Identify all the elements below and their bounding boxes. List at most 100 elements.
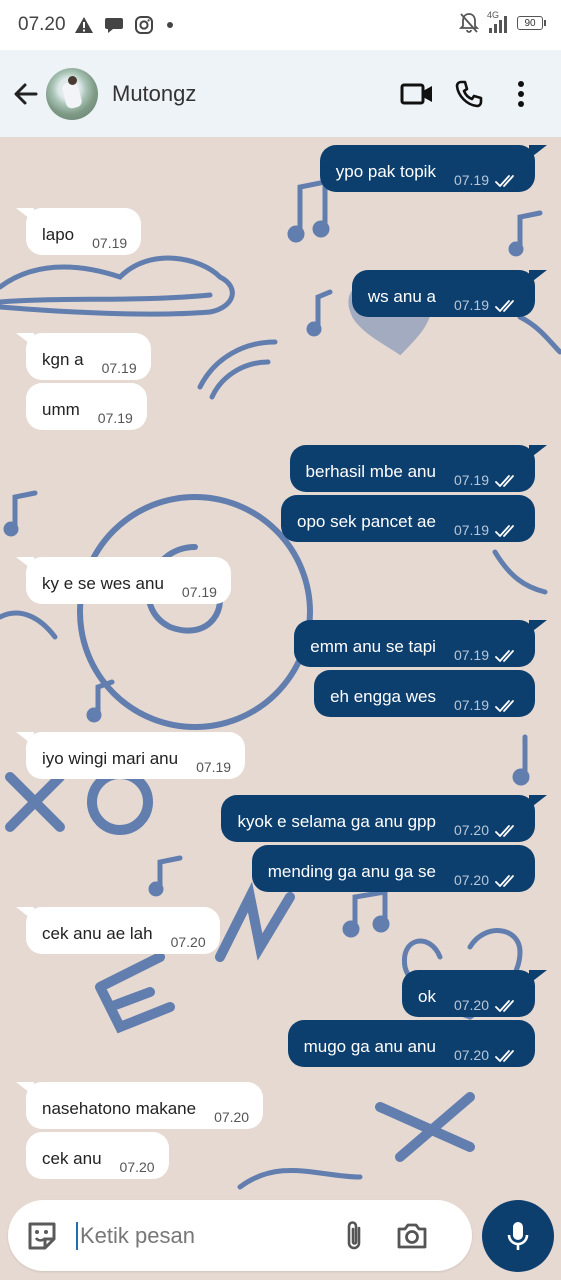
message-time: 07.20 [453, 822, 489, 838]
message-time: 07.19 [453, 647, 489, 663]
bubble-tail [16, 333, 34, 347]
message-time: 07.20 [214, 1109, 250, 1125]
back-button[interactable] [12, 79, 42, 109]
header-actions [391, 72, 547, 116]
message-text: umm [42, 400, 80, 419]
mic-button[interactable] [482, 1200, 554, 1272]
bubble-tail [529, 145, 547, 159]
chat-icon [104, 18, 123, 33]
more-options-button[interactable] [495, 72, 547, 116]
bubble-tail [16, 907, 34, 921]
bubble-tail [16, 557, 34, 571]
alert-icon [74, 17, 93, 33]
bubble-tail [529, 445, 547, 459]
message-text: cek anu [42, 1149, 102, 1168]
message-time: 07.19 [101, 360, 137, 376]
bubble-tail [16, 208, 34, 222]
message-text: opo sek pancet ae [297, 512, 436, 531]
message-text: ws anu a [367, 287, 436, 306]
battery-icon: 90 [517, 16, 546, 30]
message-text: ypo pak topik [335, 162, 436, 181]
voice-call-button[interactable] [443, 72, 495, 116]
read-receipt-icon [495, 825, 514, 837]
message-time: 07.19 [453, 472, 489, 488]
outgoing-message[interactable]: emm anu se tapi 07.19 [294, 620, 547, 667]
chat-header: Mutongz [0, 50, 561, 137]
message-text: mending ga anu ga se [267, 862, 436, 881]
read-receipt-icon [495, 475, 514, 487]
video-call-icon [400, 83, 432, 104]
emoji-icon [28, 1222, 56, 1249]
message-time: 07.19 [196, 759, 232, 775]
incoming-message[interactable]: umm 07.19 [26, 383, 147, 430]
read-receipt-icon [495, 875, 514, 887]
signal-indicator: 4G [487, 10, 509, 34]
emoji-button[interactable] [20, 1214, 64, 1258]
chat-area[interactable]: ypo pak topik 07.19 lapo 07.19 ws anu a 07.19… [0, 137, 561, 1280]
status-time: 07.20 [18, 14, 66, 35]
bubble-tail [16, 732, 34, 746]
message-text: eh engga wes [330, 687, 436, 706]
outgoing-message[interactable]: mugo ga anu anu 07.20 [287, 1020, 535, 1067]
read-receipt-icon [495, 700, 514, 712]
incoming-message[interactable]: kgn a 07.19 [16, 333, 151, 380]
message-time: 07.19 [181, 584, 217, 600]
read-receipt-icon [495, 650, 514, 662]
message-text: nasehatono makane [42, 1099, 197, 1118]
message-time: 07.20 [453, 1047, 489, 1063]
battery-level: 90 [524, 17, 536, 29]
camera-button[interactable] [390, 1214, 434, 1258]
message-time: 07.19 [453, 697, 489, 713]
message-time: 07.19 [453, 522, 489, 538]
video-call-button[interactable] [391, 72, 443, 116]
message-text: kyok e selama ga anu gpp [237, 812, 436, 831]
outgoing-message[interactable]: ypo pak topik 07.19 [319, 145, 547, 192]
message-time: 07.20 [119, 1159, 155, 1175]
bubble-tail [529, 270, 547, 284]
read-receipt-icon [495, 1000, 514, 1012]
back-arrow-icon [14, 83, 38, 104]
outgoing-message[interactable]: mending ga anu ga se 07.20 [251, 845, 535, 892]
outgoing-message[interactable]: ok 07.20 [401, 970, 547, 1017]
outgoing-message[interactable]: kyok e selama ga anu gpp 07.20 [221, 795, 547, 842]
message-time: 07.19 [92, 235, 128, 251]
bubble-tail [529, 620, 547, 634]
phone-icon [455, 80, 483, 107]
incoming-message[interactable]: nasehatono makane 07.20 [16, 1082, 264, 1129]
contact-name[interactable]: Mutongz [112, 81, 391, 107]
incoming-message[interactable]: cek anu 07.20 [26, 1132, 169, 1179]
mic-icon [507, 1222, 529, 1250]
dot-icon [166, 22, 173, 28]
outgoing-message[interactable]: eh engga wes 07.19 [314, 670, 535, 717]
contact-avatar[interactable] [46, 67, 98, 120]
outgoing-message[interactable]: berhasil mbe anu 07.19 [289, 445, 547, 492]
message-text: ok [417, 987, 436, 1006]
message-text: cek anu ae lah [42, 924, 153, 943]
incoming-message[interactable]: iyo wingi mari anu 07.19 [16, 732, 246, 779]
message-text: kgn a [42, 350, 84, 369]
incoming-message[interactable]: lapo 07.19 [16, 208, 142, 255]
attach-button[interactable] [332, 1214, 376, 1258]
outgoing-message[interactable]: opo sek pancet ae 07.19 [281, 495, 535, 542]
message-time: 07.20 [453, 872, 489, 888]
read-receipt-icon [495, 1050, 514, 1062]
camera-icon [397, 1223, 427, 1248]
status-bar: 07.20 4G 90 [0, 0, 561, 50]
bubble-tail [529, 795, 547, 809]
message-text: iyo wingi mari anu [42, 749, 179, 768]
bubble-tail [16, 1082, 34, 1096]
message-input[interactable] [76, 1221, 332, 1250]
bubble-tail [529, 970, 547, 984]
message-text: lapo [42, 225, 75, 244]
message-text: emm anu se tapi [310, 637, 436, 656]
message-text: mugo ga anu anu [303, 1037, 436, 1056]
outgoing-message[interactable]: ws anu a 07.19 [351, 270, 547, 317]
read-receipt-icon [495, 525, 514, 537]
message-input-bar [8, 1200, 472, 1271]
signal-icon [489, 16, 507, 33]
message-time: 07.20 [170, 934, 206, 950]
incoming-message[interactable]: ky e se wes anu 07.19 [16, 557, 231, 604]
more-vertical-icon [518, 80, 524, 107]
incoming-message[interactable]: cek anu ae lah 07.20 [16, 907, 220, 954]
message-time: 07.19 [453, 297, 489, 313]
